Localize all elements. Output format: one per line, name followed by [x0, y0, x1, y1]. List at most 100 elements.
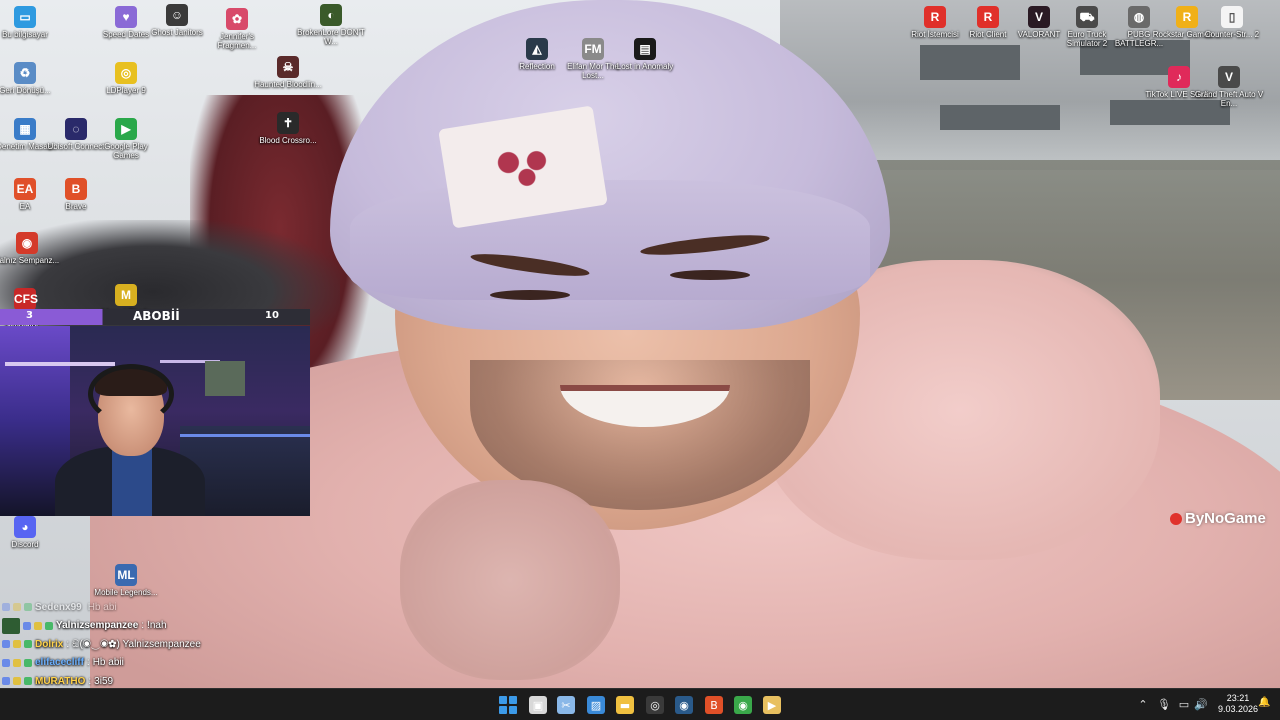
chat-message: Yalnizsempanzee : !nah [2, 617, 302, 636]
webcam-feed [0, 326, 310, 516]
microphone-icon[interactable]: 🎙 [1157, 697, 1171, 711]
desktop-icon-label: Counter-Str... 2 [1204, 30, 1260, 39]
start-tile [499, 696, 507, 704]
desktop-icon-googleplay[interactable]: ▶ Google Play Games [91, 118, 161, 160]
control-panel-icon: ▦ [14, 118, 36, 140]
brave-icon: B [65, 178, 87, 200]
haunted-icon: ☠ [277, 56, 299, 78]
wallpaper-window [920, 45, 1020, 80]
jennifer-icon: ✿ [226, 8, 248, 30]
clock-date: 9.03.2026 [1217, 704, 1259, 714]
taskbar-snipping[interactable]: ✂ [557, 696, 575, 714]
desktop-icon-brave[interactable]: B Brave [41, 178, 111, 211]
ghost-janitors-icon: ☺ [166, 4, 188, 26]
riot-client-icon: R [977, 6, 999, 28]
chat-message: elifacecliff : Hb abii [2, 654, 302, 673]
brave-icon: B [705, 696, 723, 714]
taskbar-clock[interactable]: 23:21 9.03.2026 [1216, 693, 1260, 715]
tiktok-icon: ♪ [1168, 66, 1190, 88]
brokenlore-icon: ◐ [320, 4, 342, 26]
start-tile [509, 696, 517, 704]
chat-username: Dolrix [35, 638, 64, 650]
desktop-icon-label: BrokenLore DON'T W... [297, 28, 365, 46]
desktop-icon-label: Grand Theft Auto V En... [1194, 90, 1264, 108]
rockstar-icon: R [1176, 6, 1198, 28]
desktop-icon-cs2[interactable]: ▯ Counter-Str... 2 [1197, 6, 1267, 39]
reflection-icon: ◭ [526, 38, 548, 60]
desktop-icon-pc[interactable]: ▭ Bu bilgisayar [0, 6, 60, 39]
chat-separator: : [86, 657, 90, 669]
ldplayer-icon: ◎ [115, 62, 137, 84]
chat-text: Hb abii [92, 657, 124, 669]
volume-icon[interactable]: 🔊 [1194, 697, 1208, 711]
chat-text: Hb abi [87, 601, 117, 613]
speed-dates-icon: ♥ [115, 6, 137, 28]
chat-separator: : [88, 675, 92, 687]
desktop-icon-lost[interactable]: ▤ Lost in Anomaly [610, 38, 680, 71]
chat-badge-icon [24, 603, 32, 612]
taskbar-media[interactable]: ▶ [763, 696, 781, 714]
google-play-icon: ▶ [115, 118, 137, 140]
taskbar-photos[interactable]: ▨ [587, 696, 605, 714]
recycle-bin-icon: ♻ [14, 62, 36, 84]
desktop-icon-blood[interactable]: ✝ Blood Crossro... [253, 112, 323, 145]
chat-text: !nah [147, 620, 167, 632]
riot-icon: R [924, 6, 946, 28]
taskbar-steam[interactable]: ◉ [675, 696, 693, 714]
chat-separator: : [141, 620, 145, 632]
task-view-icon: ▣ [529, 696, 547, 714]
chat-text: 3i59 [94, 675, 114, 687]
desktop-icon-gta[interactable]: V Grand Theft Auto V En... [1194, 66, 1264, 108]
chat-badge-icon [13, 640, 21, 649]
desktop-icon-haunted[interactable]: ☠ Haunted Bloodlin... [253, 56, 323, 89]
desktop-icon-mobile[interactable]: ML Mobile Legends... [91, 564, 161, 597]
discord-icon: ◕ [14, 516, 36, 538]
start-button[interactable] [499, 696, 517, 714]
webcam-led-strip [180, 434, 310, 437]
desktop-icon-recycle[interactable]: ♻ Geri Dönüşü... [0, 62, 60, 95]
headset-icon [88, 364, 174, 424]
start-tile [509, 706, 517, 714]
clock-time: 23:21 [1226, 693, 1250, 703]
photos-icon: ▨ [587, 696, 605, 714]
chat-username: Sedenx99 [35, 601, 82, 613]
lost-anomaly-icon: ▤ [634, 38, 656, 60]
taskbar-obs[interactable]: ◎ [646, 696, 664, 714]
chat-badge-icon [45, 621, 53, 630]
chat-badge-icon [13, 658, 21, 667]
chat-badge-icon [2, 640, 10, 649]
chat-badge-icon [34, 621, 42, 630]
taskbar-task-view[interactable]: ▣ [529, 696, 547, 714]
snipping-tool-icon: ✂ [557, 696, 575, 714]
taskbar: ▣ ✂ ▨ ▬ ◎ ◉ B ◉ ▶ ⌃ 🎙 ▭ 🔊 23:21 9.03.2026 🔔 [0, 688, 1280, 720]
desktop-icon-brokenlore[interactable]: ◐ BrokenLore DON'T W... [296, 4, 366, 46]
tray-overflow-chevron-icon[interactable]: ⌃ [1136, 697, 1150, 711]
desktop-icon-jennifer[interactable]: ✿ Jennifer's Fragmen... [202, 8, 272, 50]
elifan-icon: FM [582, 38, 604, 60]
network-icon[interactable]: ▭ [1177, 697, 1191, 711]
desktop-icon-discord[interactable]: ◕ Discord [0, 516, 60, 549]
desktop-icon-ldplayer[interactable]: ◎ LDPlayer 9 [91, 62, 161, 95]
ea-icon: EA [14, 178, 36, 200]
stream-chat-overlay: Sedenx99 Hb abi Yalnizsempanzee : !nah Dolr… [2, 598, 302, 691]
desktop-icon-yalniz[interactable]: ◉ Yalnız Sempanz... [0, 232, 62, 265]
taskbar-file-explorer[interactable]: ▬ [616, 696, 634, 714]
leaderboard-name: ABOBİİ [133, 309, 180, 323]
taskbar-chrome[interactable]: ◉ [734, 696, 752, 714]
taskbar-brave[interactable]: B [705, 696, 723, 714]
desktop-icon-label: Blood Crossro... [259, 136, 317, 145]
bynogame-logo-icon [1170, 512, 1182, 525]
notification-bell-icon[interactable]: 🔔 [1258, 697, 1270, 711]
wallpaper-beanie-cuff [350, 180, 870, 300]
file-icon: ▯ [1221, 6, 1243, 28]
obs-icon: ◎ [646, 696, 664, 714]
pubg-icon: ◍ [1128, 6, 1150, 28]
desktop-icon-label: Haunted Bloodlin... [254, 80, 322, 89]
chat-message: Sedenx99 Hb abi [2, 598, 302, 617]
gta-icon: V [1218, 66, 1240, 88]
mobile-legends-icon: ML [115, 564, 137, 586]
desktop-icon-label: Lost in Anomaly [616, 62, 674, 71]
chat-avatar [2, 617, 20, 634]
chat-badge-icon [24, 640, 32, 649]
chat-badge-icon [13, 603, 21, 612]
